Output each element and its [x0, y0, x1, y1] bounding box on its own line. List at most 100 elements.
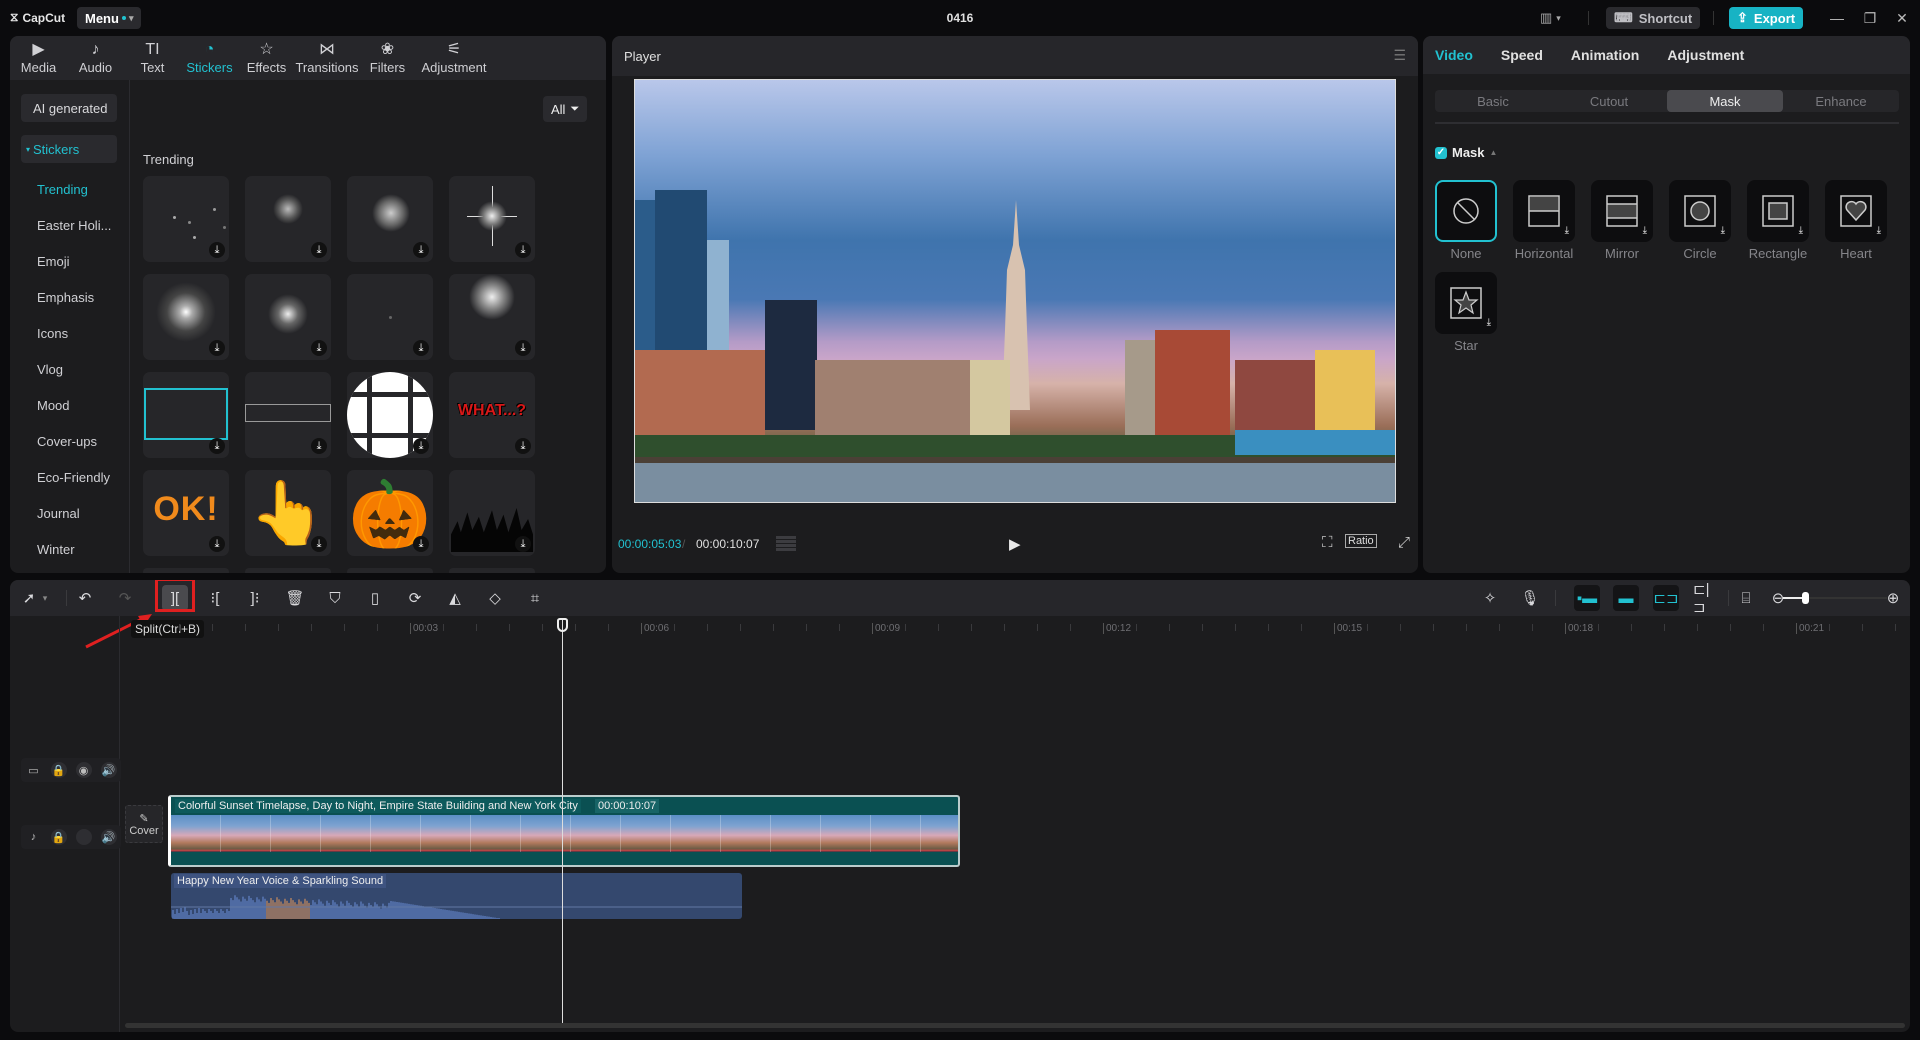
download-icon[interactable]: ⤓ — [311, 536, 327, 552]
download-icon[interactable]: ⤓ — [209, 536, 225, 552]
download-icon[interactable]: ⤓ — [515, 242, 531, 258]
restore-button[interactable]: ❐ — [1858, 8, 1882, 28]
subtab-enhance[interactable]: Enhance — [1783, 90, 1899, 112]
tab-media[interactable]: ▶ Media — [10, 36, 67, 80]
auto-snap-button[interactable]: ▬ — [1613, 585, 1639, 611]
zoom-in-button[interactable]: ⊕ — [1880, 585, 1906, 611]
video-clip[interactable]: Colorful Sunset Timelapse, Day to Night,… — [168, 795, 960, 867]
tab-speed[interactable]: Speed — [1501, 47, 1543, 63]
ratio-button[interactable]: Ratio — [1345, 534, 1377, 548]
tab-adjustment[interactable]: ⚟ Adjustment — [416, 36, 492, 80]
ai-effects-button[interactable]: ✧ — [1477, 585, 1503, 611]
download-icon[interactable]: ⤓ — [515, 340, 531, 356]
download-icon[interactable]: ⤓ — [515, 536, 531, 552]
sticker-starburst-small[interactable]: ⤓ — [245, 176, 331, 262]
split-right-button[interactable]: ]⁝ — [242, 585, 268, 611]
category-emoji[interactable]: Emoji — [37, 254, 70, 269]
layout-button[interactable]: ▥ ▾ — [1540, 7, 1561, 29]
redo-button[interactable]: ↷ — [112, 585, 138, 611]
mask-option-mirror[interactable]: ⤓ — [1591, 180, 1653, 242]
sticker-sparkle-dots[interactable]: ⤓ — [143, 176, 229, 262]
mirror-button[interactable]: ◭ — [442, 585, 468, 611]
download-icon[interactable]: ⤓ — [413, 242, 429, 258]
subtab-mask[interactable]: Mask — [1667, 90, 1783, 112]
filter-all-button[interactable]: All ⏷ — [543, 96, 588, 122]
sticker-sphere-grid[interactable]: ⤓ — [347, 372, 433, 458]
close-button[interactable]: ✕ — [1890, 8, 1914, 28]
zoom-preview-button[interactable]: ⛶ — [1322, 534, 1333, 551]
category-vlog[interactable]: Vlog — [37, 362, 63, 377]
record-audio-button[interactable]: 🎙 — [1517, 585, 1543, 611]
sticker-partial[interactable] — [245, 568, 331, 573]
rotate-button[interactable]: ◇ — [482, 585, 508, 611]
download-icon[interactable]: ⤓ — [413, 438, 429, 454]
category-easter[interactable]: Easter Holi... — [37, 218, 111, 233]
menu-button[interactable]: Menu ▾ — [77, 7, 142, 29]
collapse-caret-icon[interactable]: ▲ — [1490, 148, 1498, 157]
mask-option-horizontal[interactable]: ⤓ — [1513, 180, 1575, 242]
sticker-ok-text[interactable]: OK! ⤓ — [143, 470, 229, 556]
download-icon[interactable]: ⤓ — [413, 340, 429, 356]
download-icon[interactable]: ⤓ — [311, 438, 327, 454]
tab-animation[interactable]: Animation — [1571, 47, 1639, 63]
play-button[interactable]: ▶ — [1009, 535, 1021, 553]
download-icon[interactable]: ⤓ — [209, 340, 225, 356]
main-track-magnet-button[interactable]: ▪▬ — [1574, 585, 1600, 611]
timeline-zoom-slider[interactable] — [1783, 592, 1887, 604]
category-cover-ups[interactable]: Cover-ups — [37, 434, 97, 449]
download-icon[interactable]: ⤓ — [209, 438, 225, 454]
fullscreen-button[interactable]: ⤢ — [1398, 534, 1410, 551]
linkage-button[interactable]: ⊏⊐ — [1653, 585, 1679, 611]
sticker-teal-frame[interactable]: ⤓ — [143, 372, 229, 458]
stickers-category-toggle[interactable]: ▾ Stickers — [21, 135, 117, 163]
split-left-button[interactable]: ⁝[ — [202, 585, 228, 611]
category-eco-friendly[interactable]: Eco-Friendly — [37, 470, 110, 485]
category-mood[interactable]: Mood — [37, 398, 70, 413]
download-icon[interactable]: ⤓ — [515, 438, 531, 454]
reverse-button[interactable]: ⟳ — [402, 585, 428, 611]
mask-option-circle[interactable]: ⤓ — [1669, 180, 1731, 242]
undo-button[interactable]: ↶ — [72, 585, 98, 611]
timeline-ruler[interactable]: 00:03 00:06 00:09 00:12 00:15 00:18 00:21 — [120, 616, 1910, 642]
download-icon[interactable]: ⤓ — [209, 242, 225, 258]
tab-adjustment[interactable]: Adjustment — [1667, 47, 1744, 63]
mask-option-rectangle[interactable]: ⤓ — [1747, 180, 1809, 242]
download-icon[interactable]: ⤓ — [311, 340, 327, 356]
sticker-snowflake-glow[interactable]: ⤓ — [449, 274, 535, 360]
mask-option-none[interactable] — [1435, 180, 1497, 242]
export-button[interactable]: ⇪ Export — [1729, 7, 1804, 29]
zoom-slider-handle[interactable] — [1801, 592, 1809, 604]
playhead-line[interactable] — [562, 618, 563, 1026]
sticker-jack-o-lantern[interactable]: 🎃 ⤓ — [347, 470, 433, 556]
crop-button[interactable]: ⌗ — [522, 585, 548, 611]
tab-text[interactable]: TI Text — [124, 36, 181, 80]
subtab-cutout[interactable]: Cutout — [1551, 90, 1667, 112]
tab-stickers[interactable]: ◔ Stickers — [181, 36, 238, 80]
sticker-sparkle-burst[interactable]: ⤓ — [245, 274, 331, 360]
sticker-partial[interactable] — [449, 568, 535, 573]
sticker-tiny-dot[interactable]: ⤓ — [347, 274, 433, 360]
download-icon[interactable]: ⤓ — [413, 536, 429, 552]
mask-option-star[interactable]: ⤓ — [1435, 272, 1497, 334]
sticker-twinkle-star[interactable]: ⤓ — [449, 176, 535, 262]
lock-icon[interactable]: 🔒 — [50, 829, 67, 845]
category-journal[interactable]: Journal — [37, 506, 80, 521]
audio-clip[interactable]: Happy New Year Voice & Sparkling Sound — [171, 873, 742, 919]
zoom-to-fit-button[interactable]: ⌸ — [1733, 585, 1759, 611]
volume-icon[interactable]: 🔊 — [100, 762, 117, 778]
volume-icon[interactable]: 🔊 — [100, 829, 117, 845]
sticker-glow-star[interactable]: ⤓ — [143, 274, 229, 360]
playhead-handle[interactable] — [557, 618, 568, 632]
category-icons[interactable]: Icons — [37, 326, 68, 341]
tab-audio[interactable]: ♪ Audio — [67, 36, 124, 80]
player-menu-icon[interactable]: ☰ — [1393, 47, 1406, 64]
sticker-starburst-medium[interactable]: ⤓ — [347, 176, 433, 262]
sticker-partial[interactable] — [143, 568, 229, 573]
sticker-what-text[interactable]: WHAT...? ⤓ — [449, 372, 535, 458]
eye-icon[interactable]: ◉ — [75, 762, 92, 778]
tab-effects[interactable]: ☆ Effects — [238, 36, 295, 80]
category-trending[interactable]: Trending — [37, 182, 88, 197]
delete-button[interactable]: 🗑 — [282, 585, 308, 611]
ai-generated-button[interactable]: AI generated — [21, 94, 117, 122]
timecode-grid-icon[interactable] — [776, 536, 796, 552]
